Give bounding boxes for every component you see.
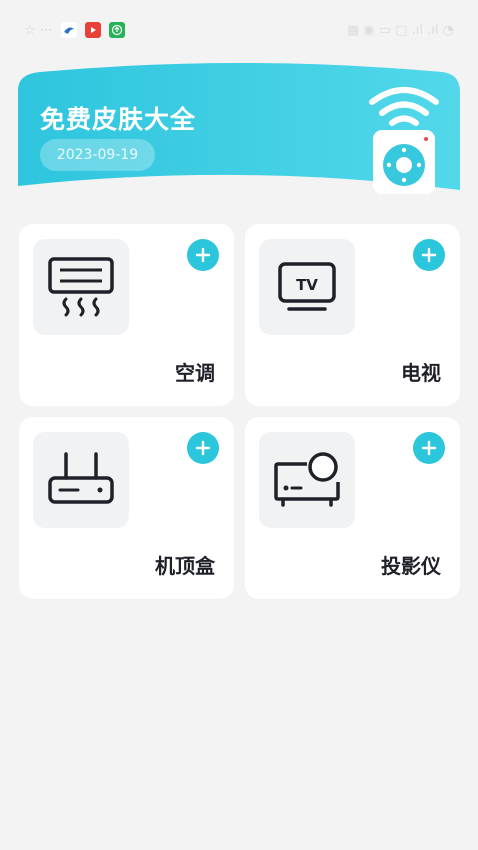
status-left: ☆ ⋯ [24,22,125,38]
add-device-button[interactable] [187,432,219,464]
video-app-icon [84,22,101,38]
device-label: 电视 [401,361,441,385]
device-card-set-top-box[interactable]: 机顶盒 [19,417,234,599]
status-bar: ☆ ⋯ ▦ ◉ ▭ ▢ .ıl .ıl ◔ [0,0,478,60]
header-banner: 免费皮肤大全 2023-09-19 [0,62,478,197]
plus-icon [421,440,437,456]
upload-app-icon [108,22,125,38]
device-label: 空调 [175,361,215,385]
device-icon-box [33,432,129,528]
status-right: ▦ ◉ ▭ ▢ .ıl .ıl ◔ [347,23,454,38]
device-icon-box [33,239,129,335]
device-label: 机顶盒 [155,554,215,578]
tv-icon: TV [278,262,336,311]
plus-icon [421,247,437,263]
bird-app-icon [60,22,77,38]
plus-icon [195,247,211,263]
add-device-button[interactable] [413,239,445,271]
device-grid: 空调 TV 电视 机顶盒 投影仪 [19,224,460,599]
date-badge: 2023-09-19 [40,139,155,171]
device-card-tv[interactable]: TV 电视 [245,224,460,406]
add-device-button[interactable] [413,432,445,464]
plus-icon [195,440,211,456]
projector-icon [274,452,340,507]
notification-icons: ☆ ⋯ [24,22,53,38]
device-card-projector[interactable]: 投影仪 [245,417,460,599]
page-title: 免费皮肤大全 [40,105,197,134]
air-conditioner-icon [48,257,114,317]
tv-icon-text: TV [296,276,318,294]
signal-icons: ▦ ◉ ▭ ▢ .ıl .ıl ◔ [346,22,454,38]
device-icon-box [259,432,355,528]
set-top-box-icon [48,452,114,504]
device-card-air-conditioner[interactable]: 空调 [19,224,234,406]
remote-wifi-icon [369,87,439,194]
add-device-button[interactable] [187,239,219,271]
device-icon-box: TV [259,239,355,335]
device-label: 投影仪 [381,554,441,578]
